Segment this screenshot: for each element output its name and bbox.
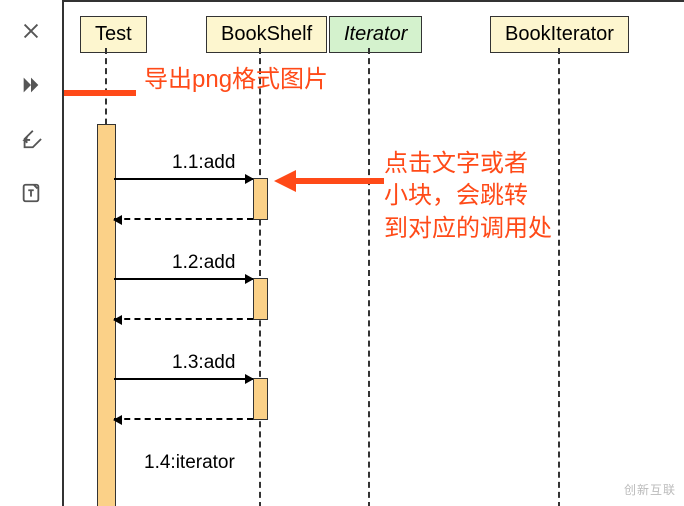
call-arrow-1-3[interactable] [114,378,253,380]
return-arrow-1-3[interactable] [114,418,253,420]
lifeline-test[interactable]: Test [80,16,147,53]
call-1-1: 1.1:add [114,152,235,176]
app-root: Test BookShelf Iterator BookIterator 1.1… [0,0,684,506]
lifeline-dash-bookshelf [259,48,261,506]
call-label-1-2[interactable]: 1.2:add [172,252,235,274]
return-arrow-1-1[interactable] [114,218,253,220]
call-1-2: 1.2:add [114,252,235,276]
annotation-export-png: 导出png格式图片 [144,64,328,96]
return-arrow-1-2[interactable] [114,318,253,320]
activation-add-2[interactable] [253,278,268,320]
diagram-canvas: Test BookShelf Iterator BookIterator 1.1… [62,0,684,506]
call-label-1-1[interactable]: 1.1:add [172,152,235,174]
fast-forward-icon[interactable] [18,72,44,98]
lifeline-dash-iterator [368,48,370,506]
call-label-1-3[interactable]: 1.3:add [172,352,235,374]
activation-add-3[interactable] [253,378,268,420]
text-mode-icon[interactable] [18,180,44,206]
call-arrow-1-2[interactable] [114,278,253,280]
annotation-click-jump: 点击文字或者 小块，会跳转 到对应的调用处 [384,148,552,245]
activation-add-1[interactable] [253,178,268,220]
call-1-4: 1.4:iterator [114,452,235,476]
call-arrow-1-1[interactable] [114,178,253,180]
call-label-1-4[interactable]: 1.4:iterator [144,452,235,474]
export-icon[interactable] [18,126,44,152]
lifeline-bookshelf[interactable]: BookShelf [206,16,327,53]
lifeline-dash-bookiterator [558,48,560,506]
call-1-3: 1.3:add [114,352,235,376]
watermark: 创新互联 [624,481,676,498]
close-icon[interactable] [18,18,44,44]
lifeline-iterator[interactable]: Iterator [329,16,422,53]
toolbar [0,0,62,506]
